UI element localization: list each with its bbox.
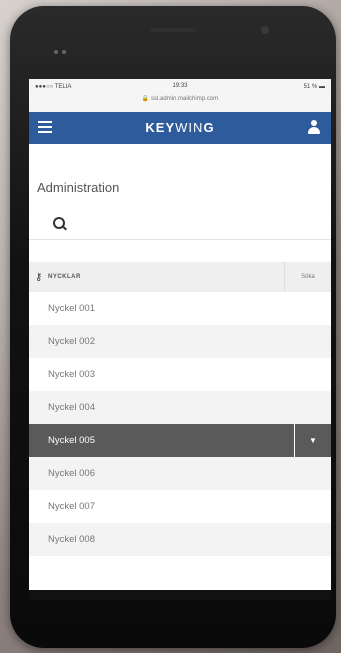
phone-screen: ●●●○○ TELIA 19:33 51 % ▬ 🔒 ssl.admin.mai… — [29, 79, 331, 590]
section-header-keys: ⚷ NYCKLAR Sökа — [29, 262, 331, 292]
list-item[interactable]: Nyckel 006 — [29, 457, 331, 490]
section-label: NYCKLAR — [48, 274, 81, 280]
search-keys-button[interactable]: Sökа — [284, 262, 331, 292]
key-list: Nyckel 001 Nyckel 002 Nyckel 003 Nyckel … — [29, 292, 331, 556]
keywing-logo: KEYWING — [145, 120, 215, 135]
spacer — [29, 240, 331, 262]
phone-speaker — [150, 28, 196, 32]
list-item-selected[interactable]: Nyckel 005 ▼ — [29, 424, 331, 457]
phone-sensor-dots — [54, 41, 76, 54]
ios-status-bar: ●●●○○ TELIA 19:33 51 % ▬ 🔒 ssl.admin.mai… — [29, 79, 331, 112]
search-keys-label: Sökа — [301, 274, 315, 280]
time-label: 19:33 — [172, 83, 188, 89]
app-header: KEYWING — [29, 112, 331, 144]
list-item[interactable]: Nyckel 004 — [29, 391, 331, 424]
phone-camera — [261, 26, 269, 34]
list-item[interactable]: Nyckel 008 — [29, 523, 331, 556]
list-item[interactable]: Nyckel 001 — [29, 292, 331, 325]
address-bar[interactable]: 🔒 ssl.admin.mailchimp.com — [29, 95, 331, 102]
chevron-down-icon[interactable]: ▼ — [294, 424, 331, 457]
user-icon[interactable] — [307, 120, 321, 134]
phone-bottom-bezel — [29, 590, 331, 600]
list-item[interactable]: Nyckel 003 — [29, 358, 331, 391]
list-item[interactable]: Nyckel 007 — [29, 490, 331, 523]
key-icon: ⚷ — [35, 272, 43, 283]
title-area: Administration — [29, 144, 331, 240]
search-icon[interactable] — [53, 217, 67, 231]
list-item[interactable]: Nyckel 002 — [29, 325, 331, 358]
battery-label: 51 % ▬ — [303, 84, 325, 90]
page-title: Administration — [37, 180, 120, 195]
